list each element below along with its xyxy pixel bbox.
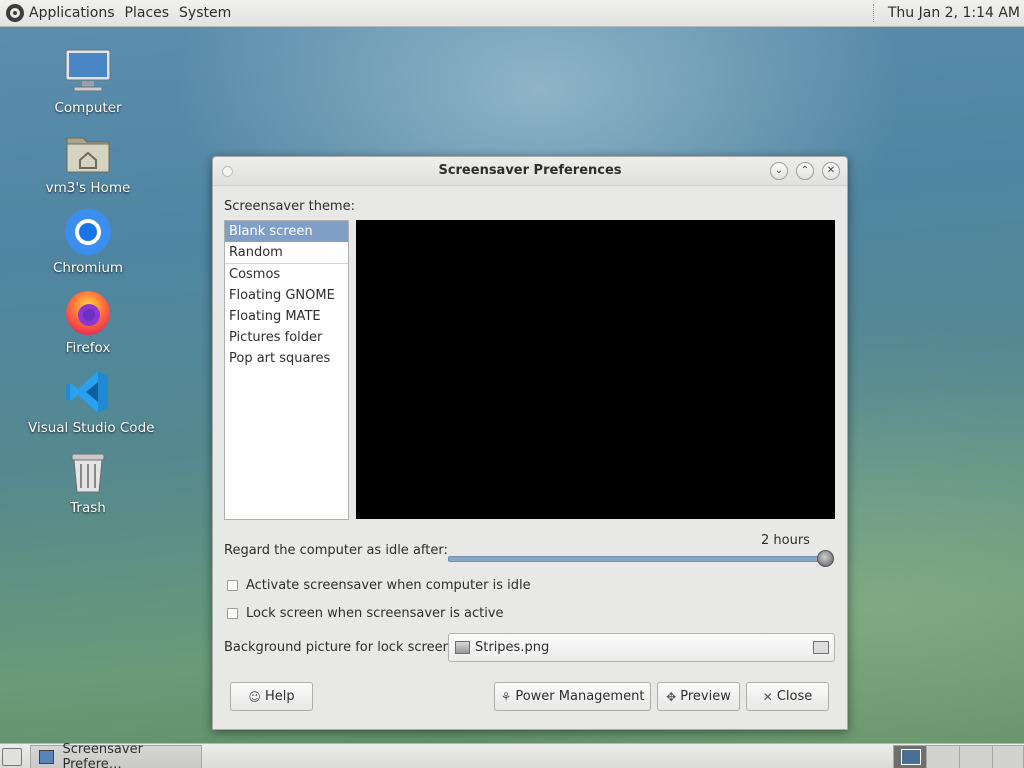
top-panel: Applications Places System Thu Jan 2, 1:… [0, 0, 1024, 27]
trash-icon [64, 448, 112, 496]
desktop-icon-home[interactable]: vm3's Home [28, 128, 148, 196]
screensaver-app-icon [39, 750, 55, 764]
list-item[interactable]: Pictures folder [225, 327, 348, 348]
preview-button-label: Preview [680, 689, 731, 704]
list-item[interactable]: Pop art squares [225, 348, 348, 369]
theme-label: Screensaver theme: [224, 199, 355, 214]
background-file-chooser[interactable]: Stripes.png [448, 633, 835, 662]
maximize-button[interactable]: ⌃ [796, 162, 814, 180]
firefox-icon [64, 288, 112, 336]
background-file-name: Stripes.png [475, 640, 550, 655]
power-management-button[interactable]: ⚘ Power Management [494, 682, 651, 711]
computer-icon [64, 48, 112, 96]
close-icon: ✕ [826, 165, 836, 176]
list-item[interactable]: Cosmos [225, 264, 348, 285]
window-title: Screensaver Preferences [438, 163, 622, 178]
help-icon: ☺ [248, 689, 261, 704]
bottom-panel: Screensaver Prefere… [0, 742, 1024, 768]
window-titlebar[interactable]: Screensaver Preferences ⌄ ⌃ ✕ [213, 157, 847, 186]
screensaver-preferences-window: Screensaver Preferences ⌄ ⌃ ✕ Screensave… [212, 156, 848, 730]
panel-separator [872, 4, 876, 22]
menu-places[interactable]: Places [125, 5, 170, 21]
activate-screensaver-row[interactable]: Activate screensaver when computer is id… [227, 578, 531, 593]
taskbar-window-button[interactable]: Screensaver Prefere… [30, 742, 202, 768]
idle-label: Regard the computer as idle after: [224, 543, 448, 558]
activate-screensaver-label: Activate screensaver when computer is id… [246, 578, 531, 593]
idle-slider-handle[interactable] [817, 550, 834, 567]
desktop-icon-vscode[interactable]: Visual Studio Code [28, 368, 155, 436]
list-item[interactable]: Floating MATE [225, 306, 348, 327]
menu-applications[interactable]: Applications [29, 5, 115, 21]
theme-list[interactable]: Blank screen Random Cosmos Floating GNOM… [224, 220, 349, 520]
mate-logo-icon[interactable] [6, 4, 24, 22]
idle-slider-track[interactable] [448, 556, 827, 562]
desktop-icon-label: Trash [70, 500, 106, 516]
list-item[interactable]: Floating GNOME [225, 285, 348, 306]
desktop-icon-label: vm3's Home [45, 180, 131, 196]
clock[interactable]: Thu Jan 2, 1:14 AM [888, 5, 1020, 21]
image-file-icon [455, 641, 470, 654]
show-desktop-icon[interactable] [2, 748, 22, 766]
desktop-icon-trash[interactable]: Trash [28, 448, 148, 516]
desktop-icon-label: Chromium [52, 260, 124, 276]
desktop-icon-label: Firefox [65, 340, 111, 356]
chevron-down-icon: ⌄ [774, 165, 784, 176]
help-button-label: Help [264, 689, 295, 704]
close-icon: ✕ [762, 689, 773, 704]
fullscreen-icon: ✥ [666, 689, 677, 704]
vscode-icon [64, 368, 112, 416]
home-folder-icon [64, 128, 112, 176]
desktop-icon-label: Computer [54, 100, 122, 116]
workspace-3[interactable] [959, 745, 993, 768]
workspace-2[interactable] [926, 745, 960, 768]
close-button[interactable]: ✕ Close [746, 682, 829, 711]
preview-button[interactable]: ✥ Preview [657, 682, 740, 711]
desktop-icon-firefox[interactable]: Firefox [28, 288, 148, 356]
close-button-label: Close [776, 689, 813, 704]
lock-screen-label: Lock screen when screensaver is active [246, 606, 504, 621]
workspace-4[interactable] [992, 745, 1024, 768]
idle-value: 2 hours [761, 533, 810, 548]
list-item[interactable]: Random [225, 242, 348, 264]
theme-preview-area [356, 220, 835, 519]
desktop-icon-chromium[interactable]: Chromium [28, 208, 148, 276]
lock-screen-row[interactable]: Lock screen when screensaver is active [227, 606, 504, 621]
close-window-button[interactable]: ✕ [822, 162, 840, 180]
chevron-up-icon: ⌃ [800, 165, 810, 176]
folder-icon [813, 641, 829, 654]
power-icon: ⚘ [500, 689, 512, 704]
taskbar-window-label: Screensaver Prefere… [62, 742, 143, 768]
chromium-icon [64, 208, 112, 256]
help-button[interactable]: ☺ Help [230, 682, 313, 711]
workspace-window-icon [901, 749, 921, 765]
workspace-1[interactable] [893, 745, 927, 768]
background-picture-label: Background picture for lock screen: [224, 640, 456, 655]
desktop-icon-label: Visual Studio Code [28, 420, 155, 436]
lock-screen-checkbox[interactable] [227, 608, 238, 619]
minimize-button[interactable]: ⌄ [770, 162, 788, 180]
desktop-icon-computer[interactable]: Computer [28, 48, 148, 116]
list-item[interactable]: Blank screen [225, 221, 348, 242]
menu-system[interactable]: System [179, 5, 231, 21]
power-management-label: Power Management [515, 689, 645, 704]
activate-screensaver-checkbox[interactable] [227, 580, 238, 591]
